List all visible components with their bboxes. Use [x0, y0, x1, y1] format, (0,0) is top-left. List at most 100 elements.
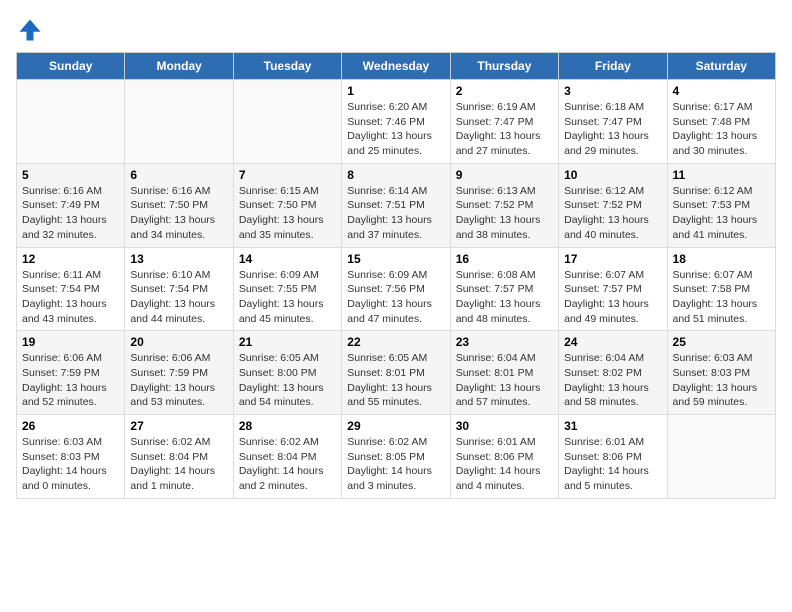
day-number: 25 — [673, 335, 770, 349]
calendar-cell — [667, 415, 775, 499]
calendar-week-row: 12 Sunrise: 6:11 AM Sunset: 7:54 PM Dayli… — [17, 247, 776, 331]
calendar-cell: 11 Sunrise: 6:12 AM Sunset: 7:53 PM Dayli… — [667, 163, 775, 247]
calendar-cell: 20 Sunrise: 6:06 AM Sunset: 7:59 PM Dayli… — [125, 331, 233, 415]
calendar-cell: 27 Sunrise: 6:02 AM Sunset: 8:04 PM Dayli… — [125, 415, 233, 499]
calendar-cell: 2 Sunrise: 6:19 AM Sunset: 7:47 PM Daylig… — [450, 80, 558, 164]
day-number: 24 — [564, 335, 661, 349]
calendar-cell: 29 Sunrise: 6:02 AM Sunset: 8:05 PM Dayli… — [342, 415, 450, 499]
day-number: 31 — [564, 419, 661, 433]
day-number: 8 — [347, 168, 444, 182]
day-number: 11 — [673, 168, 770, 182]
day-info: Sunrise: 6:07 AM Sunset: 7:57 PM Dayligh… — [564, 268, 661, 327]
calendar-cell: 26Sunrise: 6:03 AM Sunset: 8:03 PM Dayli… — [17, 415, 125, 499]
day-info: Sunrise: 6:02 AM Sunset: 8:05 PM Dayligh… — [347, 435, 444, 494]
calendar-week-row: 5 Sunrise: 6:16 AM Sunset: 7:49 PM Daylig… — [17, 163, 776, 247]
calendar-week-row: 19 Sunrise: 6:06 AM Sunset: 7:59 PM Dayli… — [17, 331, 776, 415]
day-info: Sunrise: 6:17 AM Sunset: 7:48 PM Dayligh… — [673, 100, 770, 159]
day-number: 21 — [239, 335, 336, 349]
day-number: 12 — [22, 252, 119, 266]
calendar-cell: 24Sunrise: 6:04 AM Sunset: 8:02 PM Dayli… — [559, 331, 667, 415]
calendar-cell: 4 Sunrise: 6:17 AM Sunset: 7:48 PM Daylig… — [667, 80, 775, 164]
day-info: Sunrise: 6:07 AM Sunset: 7:58 PM Dayligh… — [673, 268, 770, 327]
day-number: 27 — [130, 419, 227, 433]
day-number: 22 — [347, 335, 444, 349]
day-info: Sunrise: 6:15 AM Sunset: 7:50 PM Dayligh… — [239, 184, 336, 243]
day-info: Sunrise: 6:12 AM Sunset: 7:52 PM Dayligh… — [564, 184, 661, 243]
calendar-cell: 1Sunrise: 6:20 AM Sunset: 7:46 PM Daylig… — [342, 80, 450, 164]
day-info: Sunrise: 6:08 AM Sunset: 7:57 PM Dayligh… — [456, 268, 553, 327]
calendar-cell: 13Sunrise: 6:10 AM Sunset: 7:54 PM Dayli… — [125, 247, 233, 331]
day-number: 29 — [347, 419, 444, 433]
day-info: Sunrise: 6:01 AM Sunset: 8:06 PM Dayligh… — [456, 435, 553, 494]
day-number: 28 — [239, 419, 336, 433]
day-info: Sunrise: 6:01 AM Sunset: 8:06 PM Dayligh… — [564, 435, 661, 494]
calendar-cell: 22 Sunrise: 6:05 AM Sunset: 8:01 PM Dayli… — [342, 331, 450, 415]
weekday-header: Sunday — [17, 53, 125, 80]
calendar-cell: 10 Sunrise: 6:12 AM Sunset: 7:52 PM Dayli… — [559, 163, 667, 247]
day-info: Sunrise: 6:04 AM Sunset: 8:01 PM Dayligh… — [456, 351, 553, 410]
day-info: Sunrise: 6:02 AM Sunset: 8:04 PM Dayligh… — [130, 435, 227, 494]
calendar-cell: 17 Sunrise: 6:07 AM Sunset: 7:57 PM Dayli… — [559, 247, 667, 331]
day-info: Sunrise: 6:09 AM Sunset: 7:56 PM Dayligh… — [347, 268, 444, 327]
day-info: Sunrise: 6:03 AM Sunset: 8:03 PM Dayligh… — [22, 435, 119, 494]
day-number: 10 — [564, 168, 661, 182]
calendar-cell — [125, 80, 233, 164]
day-number: 1 — [347, 84, 444, 98]
day-number: 7 — [239, 168, 336, 182]
day-number: 6 — [130, 168, 227, 182]
day-info: Sunrise: 6:10 AM Sunset: 7:54 PM Dayligh… — [130, 268, 227, 327]
day-number: 4 — [673, 84, 770, 98]
calendar-cell: 16 Sunrise: 6:08 AM Sunset: 7:57 PM Dayli… — [450, 247, 558, 331]
day-info: Sunrise: 6:02 AM Sunset: 8:04 PM Dayligh… — [239, 435, 336, 494]
calendar-cell: 5 Sunrise: 6:16 AM Sunset: 7:49 PM Daylig… — [17, 163, 125, 247]
day-info: Sunrise: 6:06 AM Sunset: 7:59 PM Dayligh… — [130, 351, 227, 410]
calendar-cell: 19Sunrise: 6:06 AM Sunset: 7:59 PM Dayli… — [17, 331, 125, 415]
day-info: Sunrise: 6:09 AM Sunset: 7:55 PM Dayligh… — [239, 268, 336, 327]
weekday-header: Saturday — [667, 53, 775, 80]
logo — [16, 16, 48, 44]
day-number: 5 — [22, 168, 119, 182]
day-info: Sunrise: 6:03 AM Sunset: 8:03 PM Dayligh… — [673, 351, 770, 410]
page-header — [16, 16, 776, 44]
day-info: Sunrise: 6:19 AM Sunset: 7:47 PM Dayligh… — [456, 100, 553, 159]
day-number: 2 — [456, 84, 553, 98]
calendar-cell: 14 Sunrise: 6:09 AM Sunset: 7:55 PM Dayli… — [233, 247, 341, 331]
day-info: Sunrise: 6:13 AM Sunset: 7:52 PM Dayligh… — [456, 184, 553, 243]
calendar-cell — [233, 80, 341, 164]
logo-icon — [16, 16, 44, 44]
calendar-cell: 30 Sunrise: 6:01 AM Sunset: 8:06 PM Dayli… — [450, 415, 558, 499]
calendar-week-row: 1Sunrise: 6:20 AM Sunset: 7:46 PM Daylig… — [17, 80, 776, 164]
calendar-cell: 3Sunrise: 6:18 AM Sunset: 7:47 PM Daylig… — [559, 80, 667, 164]
weekday-header: Tuesday — [233, 53, 341, 80]
day-info: Sunrise: 6:14 AM Sunset: 7:51 PM Dayligh… — [347, 184, 444, 243]
calendar-cell: 21 Sunrise: 6:05 AM Sunset: 8:00 PM Dayli… — [233, 331, 341, 415]
day-info: Sunrise: 6:16 AM Sunset: 7:50 PM Dayligh… — [130, 184, 227, 243]
calendar-cell: 9Sunrise: 6:13 AM Sunset: 7:52 PM Daylig… — [450, 163, 558, 247]
calendar-cell: 6 Sunrise: 6:16 AM Sunset: 7:50 PM Daylig… — [125, 163, 233, 247]
day-number: 20 — [130, 335, 227, 349]
calendar-cell: 15 Sunrise: 6:09 AM Sunset: 7:56 PM Dayli… — [342, 247, 450, 331]
calendar-cell: 31 Sunrise: 6:01 AM Sunset: 8:06 PM Dayli… — [559, 415, 667, 499]
day-info: Sunrise: 6:11 AM Sunset: 7:54 PM Dayligh… — [22, 268, 119, 327]
day-number: 16 — [456, 252, 553, 266]
weekday-header-row: SundayMondayTuesdayWednesdayThursdayFrid… — [17, 53, 776, 80]
weekday-header: Friday — [559, 53, 667, 80]
calendar-cell: 18 Sunrise: 6:07 AM Sunset: 7:58 PM Dayli… — [667, 247, 775, 331]
calendar-cell — [17, 80, 125, 164]
day-number: 14 — [239, 252, 336, 266]
day-number: 23 — [456, 335, 553, 349]
day-info: Sunrise: 6:16 AM Sunset: 7:49 PM Dayligh… — [22, 184, 119, 243]
calendar-cell: 12 Sunrise: 6:11 AM Sunset: 7:54 PM Dayli… — [17, 247, 125, 331]
day-info: Sunrise: 6:12 AM Sunset: 7:53 PM Dayligh… — [673, 184, 770, 243]
calendar-table: SundayMondayTuesdayWednesdayThursdayFrid… — [16, 52, 776, 499]
day-number: 17 — [564, 252, 661, 266]
calendar-cell: 25 Sunrise: 6:03 AM Sunset: 8:03 PM Dayli… — [667, 331, 775, 415]
day-number: 30 — [456, 419, 553, 433]
calendar-cell: 28 Sunrise: 6:02 AM Sunset: 8:04 PM Dayli… — [233, 415, 341, 499]
day-number: 19 — [22, 335, 119, 349]
day-number: 15 — [347, 252, 444, 266]
day-info: Sunrise: 6:05 AM Sunset: 8:01 PM Dayligh… — [347, 351, 444, 410]
day-info: Sunrise: 6:05 AM Sunset: 8:00 PM Dayligh… — [239, 351, 336, 410]
day-number: 18 — [673, 252, 770, 266]
calendar-cell: 23 Sunrise: 6:04 AM Sunset: 8:01 PM Dayli… — [450, 331, 558, 415]
